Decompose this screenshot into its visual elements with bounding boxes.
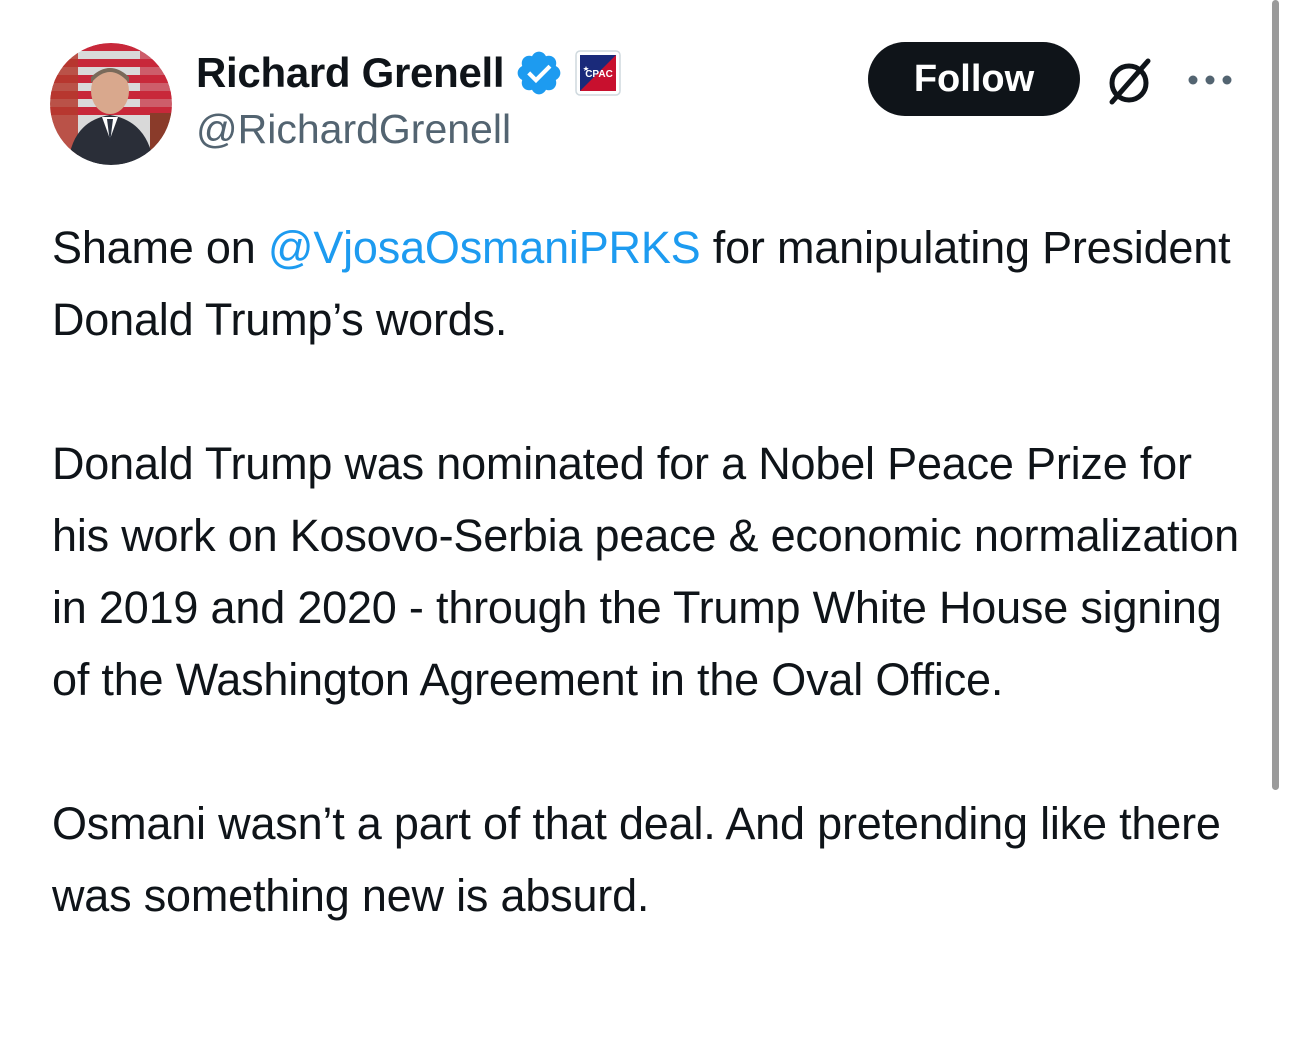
avatar-photo bbox=[50, 43, 172, 165]
more-options-icon[interactable] bbox=[1184, 58, 1236, 102]
mention-link[interactable]: @VjosaOsmaniPRKS bbox=[268, 222, 701, 273]
verified-badge-icon[interactable] bbox=[514, 48, 564, 98]
tweet-text: Shame on @VjosaOsmaniPRKS for manipulati… bbox=[52, 212, 1242, 932]
tweet-paragraph-1: Shame on @VjosaOsmaniPRKS for manipulati… bbox=[52, 212, 1242, 356]
author-avatar[interactable] bbox=[50, 43, 172, 165]
follow-button[interactable]: Follow bbox=[868, 42, 1080, 116]
scrollbar[interactable] bbox=[1272, 0, 1279, 790]
tweet-paragraph-3: Osmani wasn’t a part of that deal. And p… bbox=[52, 798, 1221, 921]
cpac-affiliation-badge-icon[interactable]: CPAC bbox=[574, 49, 622, 97]
tweet-paragraph-2: Donald Trump was nominated for a Nobel P… bbox=[52, 438, 1239, 705]
cpac-badge-text: CPAC bbox=[585, 69, 613, 80]
grok-icon[interactable] bbox=[1098, 50, 1160, 112]
author-handle[interactable]: @RichardGrenell bbox=[196, 106, 511, 153]
author-name-row: Richard Grenell CPAC bbox=[196, 44, 622, 102]
author-display-name[interactable]: Richard Grenell bbox=[196, 49, 505, 97]
tweet-text-segment: Shame on bbox=[52, 222, 268, 273]
